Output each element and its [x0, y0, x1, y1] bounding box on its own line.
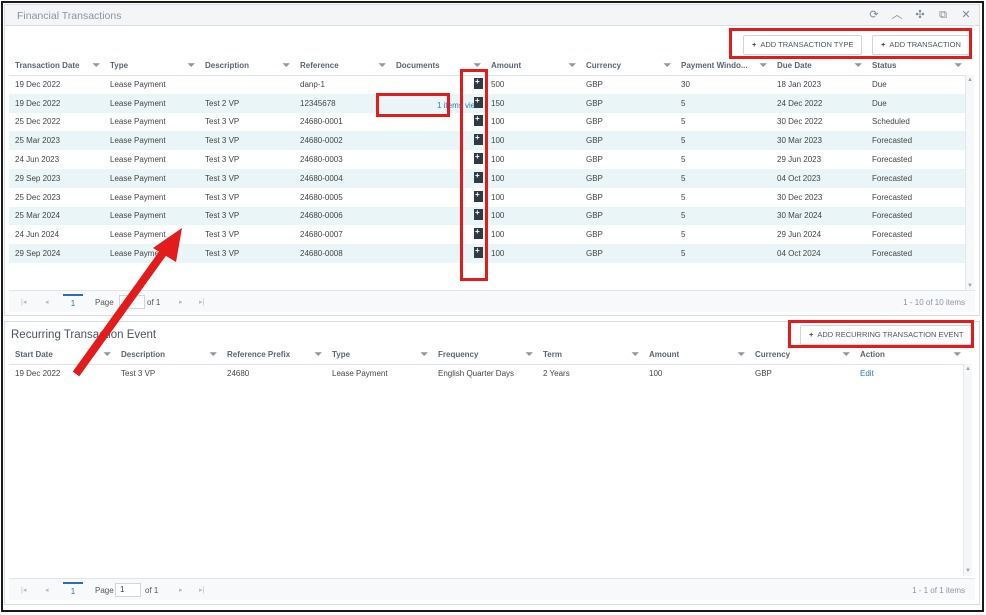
annotation-arrow	[72, 228, 182, 377]
